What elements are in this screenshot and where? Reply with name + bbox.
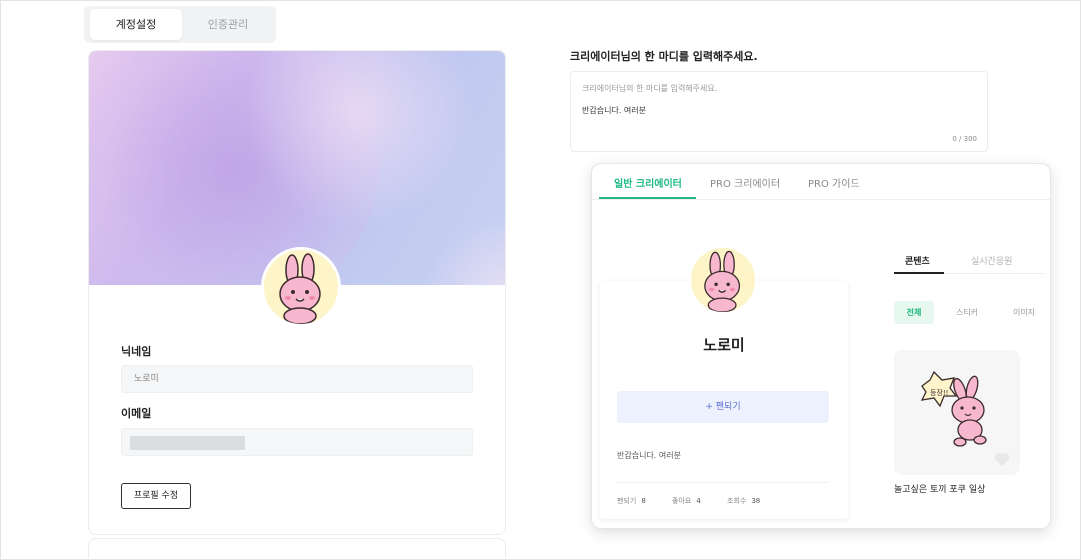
oneliner-value: 반갑습니다. 여러분: [582, 106, 646, 115]
sticker-thumbnail[interactable]: 등장!!: [894, 350, 1020, 475]
oneliner-heading: 크리에이터님의 한 마디를 입력해주세요.: [570, 50, 758, 63]
stats-divider: [617, 482, 829, 483]
oneliner-textarea[interactable]: 크리에이터님의 한 마디를 입력해주세요. 반갑습니다. 여러분 0 / 300: [570, 71, 988, 152]
tab-live-cheer[interactable]: 실시간응원: [971, 254, 1012, 267]
stat-likes: 좋아요 4: [672, 497, 701, 505]
creator-avatar[interactable]: [689, 246, 757, 314]
tab-general-creator[interactable]: 일반 크리에이터: [614, 175, 682, 190]
stat-views: 조회수 38: [727, 497, 761, 505]
tab-pro-guide[interactable]: PRO 가이드: [808, 175, 860, 190]
filter-sticker[interactable]: 스티커: [947, 301, 987, 324]
creator-name: 노로미: [703, 336, 745, 354]
filter-image[interactable]: 이미지: [1004, 301, 1044, 324]
preview-tabs: 일반 크리에이터 PRO 크리에이터 PRO 가이드: [592, 164, 1050, 200]
oneliner-placeholder: 크리에이터님의 한 마디를 입력해주세요.: [582, 84, 718, 93]
filter-all[interactable]: 전체: [894, 301, 934, 324]
become-fan-button[interactable]: + 팬되기: [617, 391, 829, 423]
tab-account-settings[interactable]: 계정설정: [90, 9, 182, 40]
settings-tabs: 계정설정 인증관리: [84, 6, 276, 43]
heart-icon[interactable]: [993, 451, 1011, 467]
creator-description: 반갑습니다. 여러분: [617, 451, 681, 460]
email-field[interactable]: [121, 428, 473, 456]
bunny-character-icon: [704, 250, 741, 312]
tab-pro-creator[interactable]: PRO 크리에이터: [710, 175, 780, 190]
active-tab-indicator: [599, 197, 696, 199]
next-section-card: [88, 538, 506, 560]
sticker-title[interactable]: 놀고싶은 토끼 포쿠 일상: [894, 482, 985, 495]
tab-verification[interactable]: 인증관리: [188, 9, 268, 40]
nickname-label: 닉네임: [121, 345, 152, 358]
tab-contents[interactable]: 콘텐츠: [905, 254, 930, 267]
nickname-field[interactable]: 노로미: [121, 365, 473, 393]
edit-profile-button[interactable]: 프로필 수정: [121, 483, 191, 509]
profile-avatar[interactable]: [261, 247, 341, 327]
stat-fans: 팬되기 8: [617, 497, 646, 505]
bunny-character-icon: [279, 253, 321, 324]
creator-preview-panel: 일반 크리에이터 PRO 크리에이터 PRO 가이드 노로미 + 팬되기 반갑습…: [591, 163, 1051, 529]
email-label: 이메일: [121, 407, 152, 420]
profile-card: 닉네임 노로미 이메일 프로필 수정: [88, 50, 506, 535]
character-counter: 0 / 300: [952, 135, 977, 143]
content-tab-indicator: [894, 272, 944, 274]
email-redacted-value: [130, 436, 245, 450]
svg-text:등장!!: 등장!!: [930, 388, 949, 397]
